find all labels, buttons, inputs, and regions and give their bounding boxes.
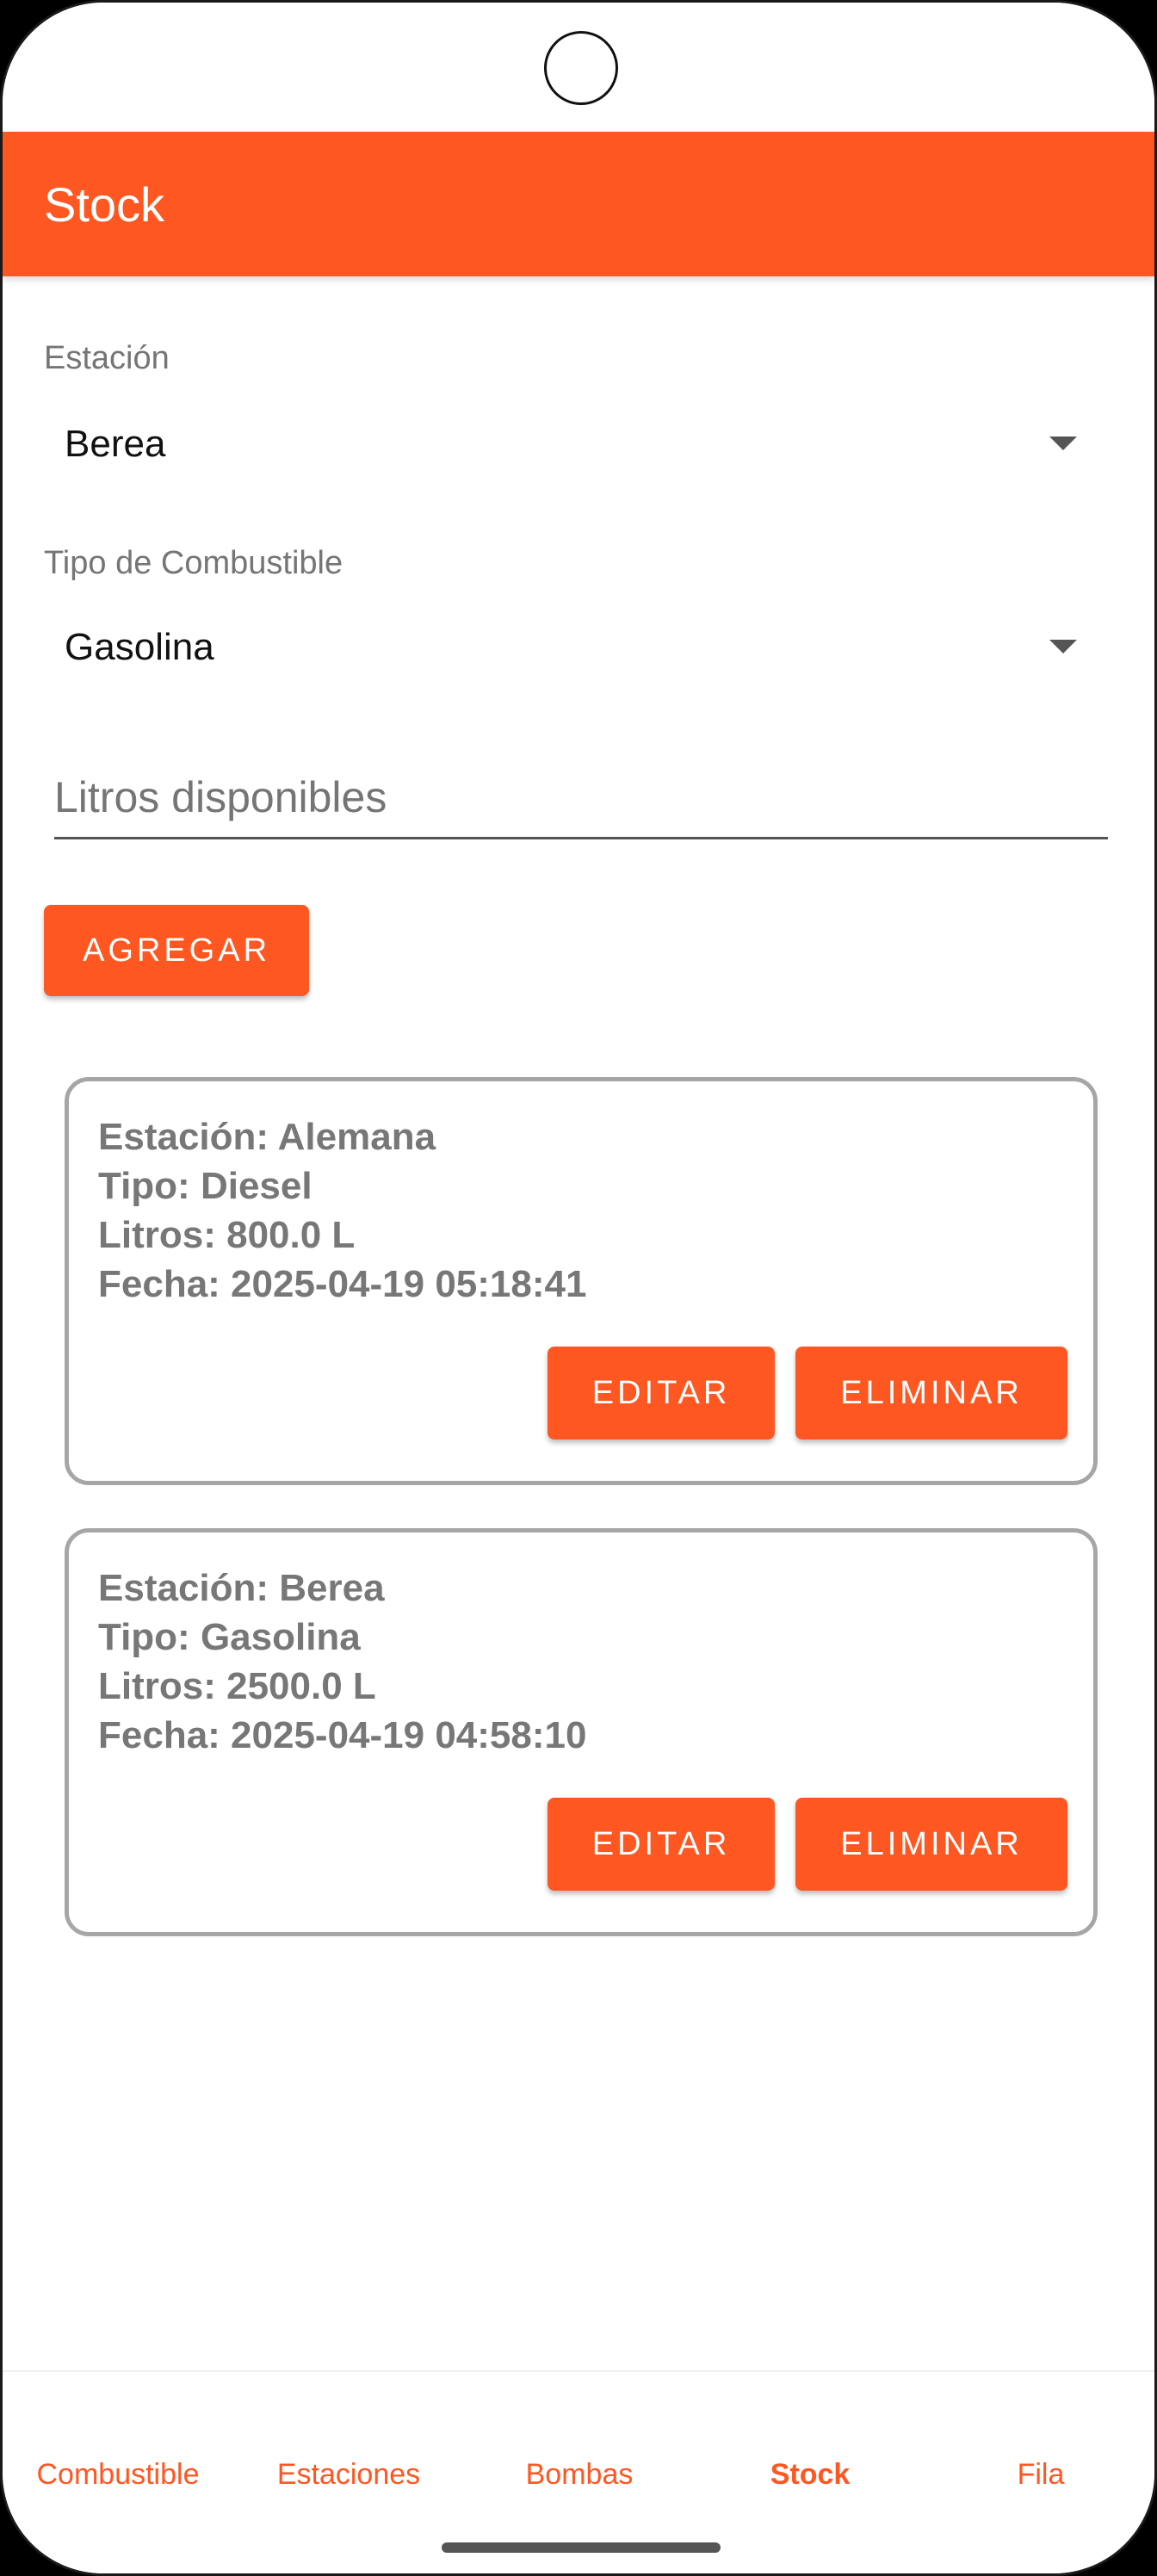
nav-item-bombas[interactable]: Bombas [464, 2458, 695, 2492]
fuel-type-selected-value: Gasolina [65, 626, 214, 668]
record-date: Fecha: 2025-04-19 04:58:10 [98, 1714, 587, 1756]
station-dropdown[interactable]: Berea [44, 402, 1077, 488]
fuel-type-label: Tipo de Combustible [44, 545, 343, 581]
home-indicator[interactable] [442, 2542, 721, 2553]
add-button[interactable]: AGREGAR [44, 905, 309, 996]
delete-button[interactable]: ELIMINAR [795, 1798, 1067, 1891]
record-type: Tipo: Gasolina [98, 1616, 361, 1658]
liters-input-placeholder: Litros disponibles [54, 773, 387, 821]
record-liters: Litros: 800.0 L [98, 1214, 356, 1256]
dropdown-arrow-icon [1049, 640, 1077, 653]
stock-record-card: Estación: Alemana Tipo: Diesel Litros: 8… [65, 1077, 1098, 1485]
fuel-type-dropdown[interactable]: Gasolina [44, 605, 1077, 691]
nav-item-estaciones[interactable]: Estaciones [233, 2458, 464, 2492]
delete-button[interactable]: ELIMINAR [795, 1347, 1067, 1440]
edit-button[interactable]: EDITAR [548, 1347, 775, 1440]
status-bar [3, 3, 1154, 132]
record-station: Estación: Alemana [98, 1116, 436, 1158]
nav-item-fila[interactable]: Fila [925, 2458, 1154, 2492]
nav-item-combustible[interactable]: Combustible [3, 2458, 233, 2492]
page-title: Stock [44, 177, 165, 232]
record-date: Fecha: 2025-04-19 05:18:41 [98, 1263, 587, 1305]
station-selected-value: Berea [65, 423, 166, 465]
nav-item-stock[interactable]: Stock [695, 2458, 925, 2492]
edit-button[interactable]: EDITAR [548, 1798, 775, 1891]
record-station: Estación: Berea [98, 1567, 385, 1609]
phone-screen: Stock Estación Berea Tipo de Combustible… [0, 0, 1157, 2576]
station-label: Estación [44, 340, 170, 376]
record-type: Tipo: Diesel [98, 1165, 312, 1207]
record-liters: Litros: 2500.0 L [98, 1665, 376, 1707]
liters-input[interactable]: Litros disponibles [54, 760, 1108, 839]
dropdown-arrow-icon [1049, 437, 1077, 450]
stock-record-card: Estación: Berea Tipo: Gasolina Litros: 2… [65, 1528, 1098, 1936]
app-bar: Stock [3, 132, 1154, 276]
front-camera [544, 31, 618, 105]
